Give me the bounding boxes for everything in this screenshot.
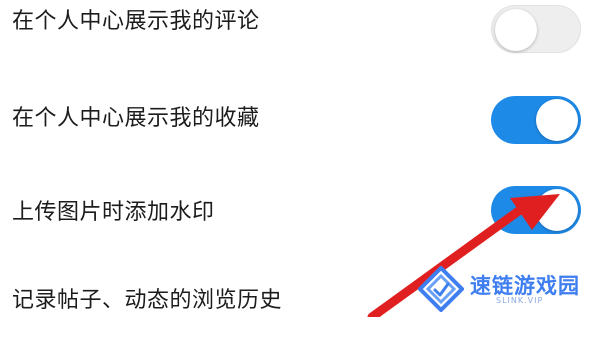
setting-label-browse-history: 记录帖子、动态的浏览历史 [12,288,283,313]
watermark: 速链游戏园 SLINK.VIP [418,266,598,312]
setting-row-show-favorites: 在个人中心展示我的收藏 [0,90,600,160]
setting-label-show-comments: 在个人中心展示我的评论 [12,9,260,34]
toggle-knob [536,99,578,141]
add-watermark-toggle[interactable] [491,186,581,234]
watermark-subtitle: SLINK.VIP [496,296,544,305]
setting-label-show-favorites: 在个人中心展示我的收藏 [12,106,260,131]
diamond-logo-icon [418,266,464,312]
setting-row-show-comments: 在个人中心展示我的评论 [0,0,600,70]
show-comments-toggle[interactable] [491,5,581,53]
toggle-knob [536,189,578,231]
setting-label-add-watermark: 上传图片时添加水印 [12,200,215,225]
toggle-knob [495,9,537,51]
setting-row-add-watermark: 上传图片时添加水印 [0,180,600,250]
show-favorites-toggle[interactable] [491,96,581,144]
